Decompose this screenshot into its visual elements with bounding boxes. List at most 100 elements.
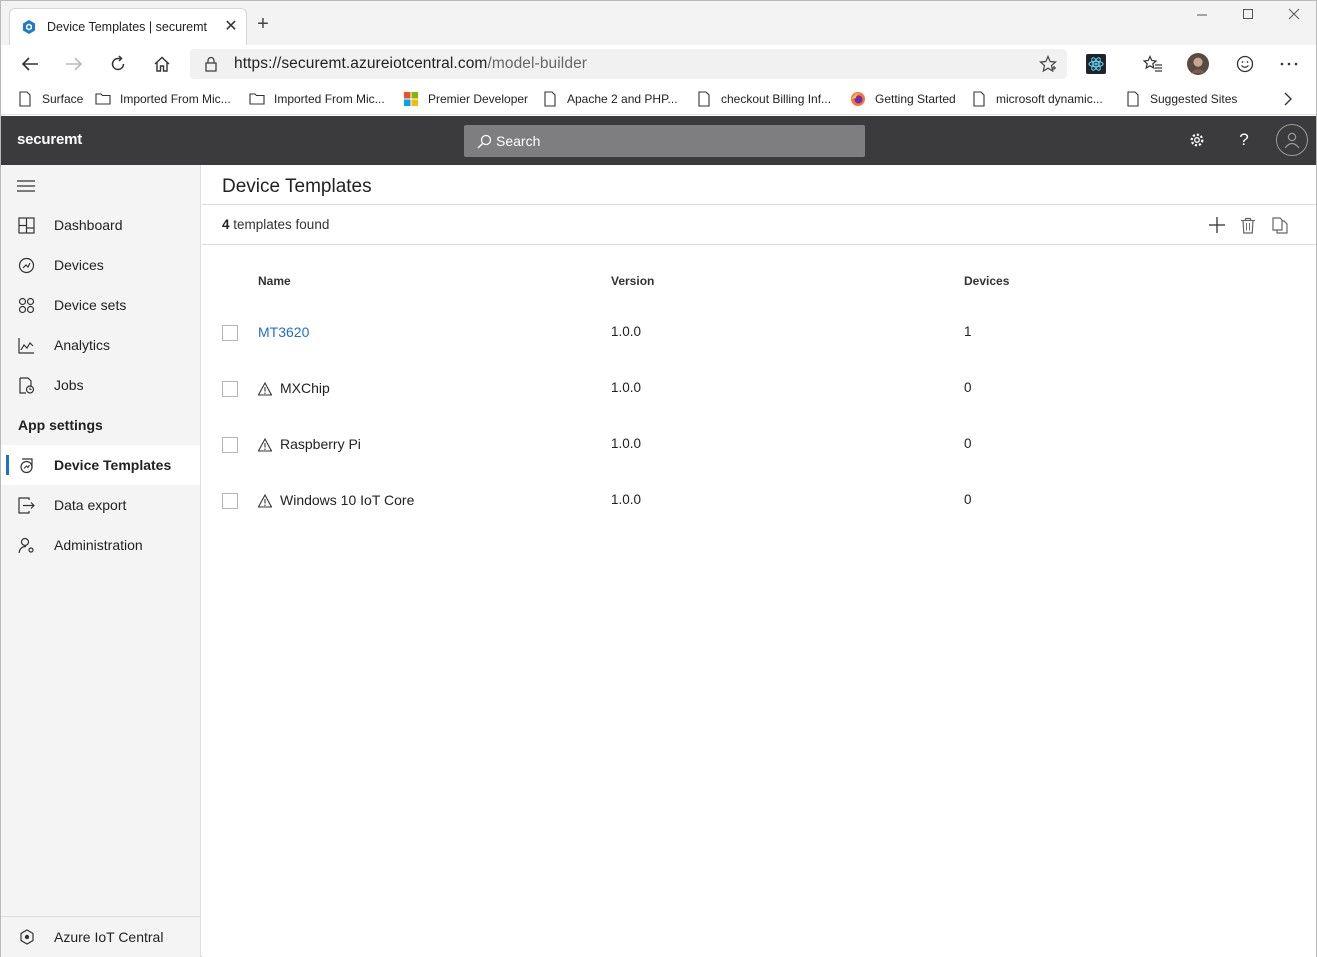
minimize-window-icon[interactable]: [1179, 7, 1225, 29]
column-header-name[interactable]: Name: [258, 274, 291, 288]
template-device-count: 0: [964, 380, 972, 395]
address-toolbar: https://securemt.azureiotcentral.com/mod…: [1, 45, 1316, 83]
favorite-premier-developer[interactable]: Premier Developer: [403, 89, 528, 109]
url-field[interactable]: https://securemt.azureiotcentral.com/mod…: [190, 49, 1067, 79]
sidebar-footer-azure-iot-central[interactable]: Azure IoT Central: [1, 916, 200, 957]
react-devtools-extension-icon[interactable]: [1085, 53, 1107, 75]
home-icon[interactable]: [151, 53, 173, 75]
warning-triangle-icon: [258, 382, 272, 396]
template-device-count: 1: [964, 324, 972, 339]
back-arrow-icon[interactable]: [19, 53, 41, 75]
favorite-suggested-sites[interactable]: Suggested Sites: [1125, 89, 1237, 109]
sidebar-item-administration[interactable]: Administration: [1, 525, 200, 565]
page-icon: [19, 91, 31, 107]
page-title: Device Templates: [222, 176, 372, 197]
favorite-imported-1[interactable]: Imported From Mic...: [95, 89, 231, 109]
column-header-devices[interactable]: Devices: [964, 274, 1009, 288]
page-icon: [698, 91, 710, 107]
url-text: https://securemt.azureiotcentral.com/mod…: [234, 55, 587, 73]
browser-tab[interactable]: Device Templates | securemt ✕: [9, 8, 247, 45]
iot-central-favicon-icon: [23, 20, 35, 34]
device-sets-icon: [17, 296, 35, 314]
hamburger-menu-icon[interactable]: [17, 179, 35, 193]
sidebar-item-dashboard[interactable]: Dashboard: [1, 205, 200, 245]
row-checkbox[interactable]: [222, 381, 238, 397]
app-header: securemt Search ?: [1, 116, 1316, 165]
device-templates-icon: [17, 456, 35, 474]
favorite-label: Apache 2 and PHP...: [567, 92, 678, 106]
row-checkbox[interactable]: [222, 493, 238, 509]
template-name[interactable]: Windows 10 IoT Core: [280, 492, 414, 508]
search-input[interactable]: Search: [464, 125, 865, 157]
divider: [202, 244, 1316, 245]
template-device-count: 0: [964, 492, 972, 507]
favorite-label: Suggested Sites: [1150, 92, 1238, 106]
templates-count-number: 4: [222, 217, 230, 232]
favorite-label: Getting Started: [875, 92, 956, 106]
favorite-apache[interactable]: Apache 2 and PHP...: [542, 89, 678, 109]
template-name[interactable]: Raspberry Pi: [280, 436, 361, 452]
warning-triangle-icon: [258, 438, 272, 452]
sidebar-item-label: Data export: [54, 497, 127, 513]
table-row[interactable]: Windows 10 IoT Core 1.0.0 0: [202, 485, 1316, 541]
jobs-icon: [17, 376, 35, 394]
app-settings-section-header: App settings: [18, 417, 103, 433]
table-row[interactable]: MT3620 1.0.0 1: [202, 317, 1316, 373]
sidebar-item-analytics[interactable]: Analytics: [1, 325, 200, 365]
row-checkbox[interactable]: [222, 325, 238, 341]
template-name-link[interactable]: MT3620: [258, 324, 309, 340]
close-tab-icon[interactable]: ✕: [224, 19, 238, 35]
add-favorite-star-icon[interactable]: [1039, 55, 1057, 73]
favorite-label: Surface: [42, 92, 84, 106]
add-template-plus-icon[interactable]: [1207, 215, 1227, 235]
favorite-getting-started[interactable]: Getting Started: [850, 89, 956, 109]
table-row[interactable]: Raspberry Pi 1.0.0 0: [202, 429, 1316, 485]
folder-icon: [95, 93, 111, 105]
sidebar-item-label: Dashboard: [54, 217, 123, 233]
favorite-imported-2[interactable]: Imported From Mic...: [249, 89, 385, 109]
delete-trash-icon[interactable]: [1238, 215, 1258, 235]
favorite-microsoft-dynamics[interactable]: microsoft dynamic...: [971, 89, 1103, 109]
forward-arrow-icon[interactable]: [63, 53, 85, 75]
settings-gear-icon[interactable]: [1185, 128, 1209, 152]
table-row[interactable]: MXChip 1.0.0 0: [202, 373, 1316, 429]
favorites-overflow-chevron-icon[interactable]: [1283, 89, 1293, 109]
favorite-label: checkout Billing Inf...: [721, 92, 832, 106]
row-checkbox[interactable]: [222, 437, 238, 453]
refresh-icon[interactable]: [107, 53, 129, 75]
help-question-icon[interactable]: ?: [1232, 128, 1256, 152]
favorite-checkout-billing[interactable]: checkout Billing Inf...: [696, 89, 831, 109]
main-content: Device Templates 4 templates found Name …: [202, 165, 1316, 957]
user-account-avatar-icon[interactable]: [1276, 124, 1308, 156]
sidebar: Dashboard Devices Device sets Analytics …: [1, 165, 201, 957]
microsoft-logo-icon: [404, 92, 418, 106]
sidebar-item-device-sets[interactable]: Device sets: [1, 285, 200, 325]
sidebar-item-label: Administration: [54, 537, 143, 553]
profile-avatar[interactable]: [1187, 53, 1209, 75]
feedback-smiley-icon[interactable]: [1234, 53, 1256, 75]
browser-tab-strip: Device Templates | securemt ✕ +: [1, 1, 1316, 45]
close-window-icon[interactable]: [1271, 7, 1317, 29]
favorite-label: Imported From Mic...: [120, 92, 231, 106]
footer-label: Azure IoT Central: [54, 929, 164, 945]
administration-icon: [17, 536, 35, 554]
sidebar-item-jobs[interactable]: Jobs: [1, 365, 200, 405]
sidebar-item-label: Jobs: [54, 377, 84, 393]
template-device-count: 0: [964, 436, 972, 451]
more-options-icon[interactable]: [1278, 53, 1300, 75]
sidebar-item-label: Devices: [54, 257, 104, 273]
new-tab-icon[interactable]: +: [253, 14, 273, 35]
sidebar-item-device-templates[interactable]: Device Templates: [1, 445, 200, 485]
templates-count-suffix: templates found: [229, 217, 330, 232]
app-brand-name[interactable]: securemt: [17, 131, 82, 148]
warning-triangle-icon: [258, 494, 272, 508]
column-header-version[interactable]: Version: [611, 274, 654, 288]
sidebar-item-data-export[interactable]: Data export: [1, 485, 200, 525]
maximize-window-icon[interactable]: [1225, 7, 1271, 29]
favorites-collection-icon[interactable]: [1142, 53, 1164, 75]
template-version: 1.0.0: [611, 436, 642, 451]
copy-template-icon[interactable]: [1270, 215, 1290, 235]
sidebar-item-devices[interactable]: Devices: [1, 245, 200, 285]
favorite-surface[interactable]: Surface: [17, 89, 83, 109]
template-name[interactable]: MXChip: [280, 380, 330, 396]
